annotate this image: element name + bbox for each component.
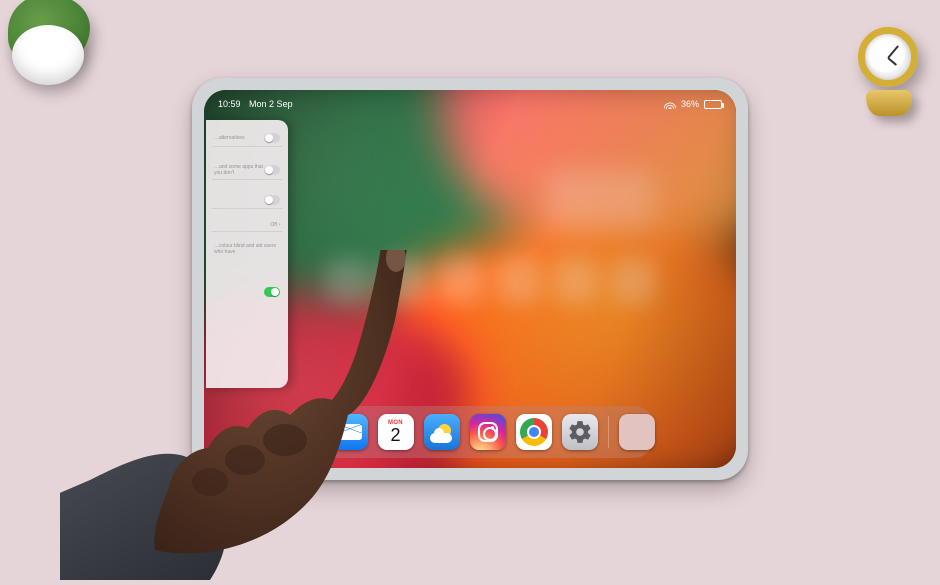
home-icons-blurred: [324, 258, 656, 310]
settings-row-label: …alternatives: [214, 135, 264, 141]
toggle-switch[interactable]: [264, 133, 280, 143]
phone-app-icon[interactable]: [286, 414, 322, 450]
settings-app-icon[interactable]: [562, 414, 598, 450]
toggle-switch[interactable]: [264, 165, 280, 175]
settings-row[interactable]: [212, 192, 282, 209]
mail-icon: [338, 424, 362, 440]
chrome-app-icon[interactable]: [516, 414, 552, 450]
settings-row[interactable]: Off ›: [212, 219, 282, 232]
ipad-screen[interactable]: 10:59 Mon 2 Sep 36% …alternatives …and s…: [204, 90, 736, 468]
home-widget-blurred: [546, 170, 656, 230]
app-library-icon[interactable]: [619, 414, 655, 450]
battery-icon: [704, 100, 722, 109]
settings-panel-slideover[interactable]: …alternatives …and some apps that you do…: [206, 120, 288, 388]
calendar-app-icon[interactable]: MON 2: [378, 414, 414, 450]
toggle-switch[interactable]: [264, 195, 280, 205]
decorative-desk-clock: [850, 25, 925, 120]
battery-percent: 36%: [681, 99, 699, 109]
phone-icon: [294, 422, 314, 442]
ipad-device: 10:59 Mon 2 Sep 36% …alternatives …and s…: [192, 78, 748, 480]
cloud-icon: [430, 433, 452, 443]
settings-row-label: …colour blind and aid users who have: [214, 243, 280, 255]
decorative-plant: [0, 0, 110, 95]
settings-row[interactable]: …alternatives: [212, 130, 282, 147]
toggle-switch[interactable]: [264, 287, 280, 297]
dock: MON 2: [286, 406, 654, 458]
mail-app-icon[interactable]: [332, 414, 368, 450]
instagram-icon: [478, 422, 498, 442]
weather-app-icon[interactable]: [424, 414, 460, 450]
gear-icon: [567, 419, 593, 445]
instagram-app-icon[interactable]: [470, 414, 506, 450]
settings-row-label: …and some apps that you don't: [214, 164, 264, 176]
settings-row[interactable]: …and some apps that you don't: [212, 161, 282, 180]
wifi-icon: [664, 100, 676, 109]
calendar-day: 2: [390, 426, 400, 444]
dock-separator: [608, 416, 609, 448]
status-date: Mon 2 Sep: [249, 99, 293, 109]
settings-row: …colour blind and aid users who have: [212, 240, 282, 258]
chrome-icon: [520, 418, 548, 446]
settings-row-value: Off ›: [270, 222, 280, 228]
status-time: 10:59: [218, 99, 241, 109]
settings-row[interactable]: [212, 284, 282, 300]
status-bar: 10:59 Mon 2 Sep 36%: [204, 95, 736, 113]
